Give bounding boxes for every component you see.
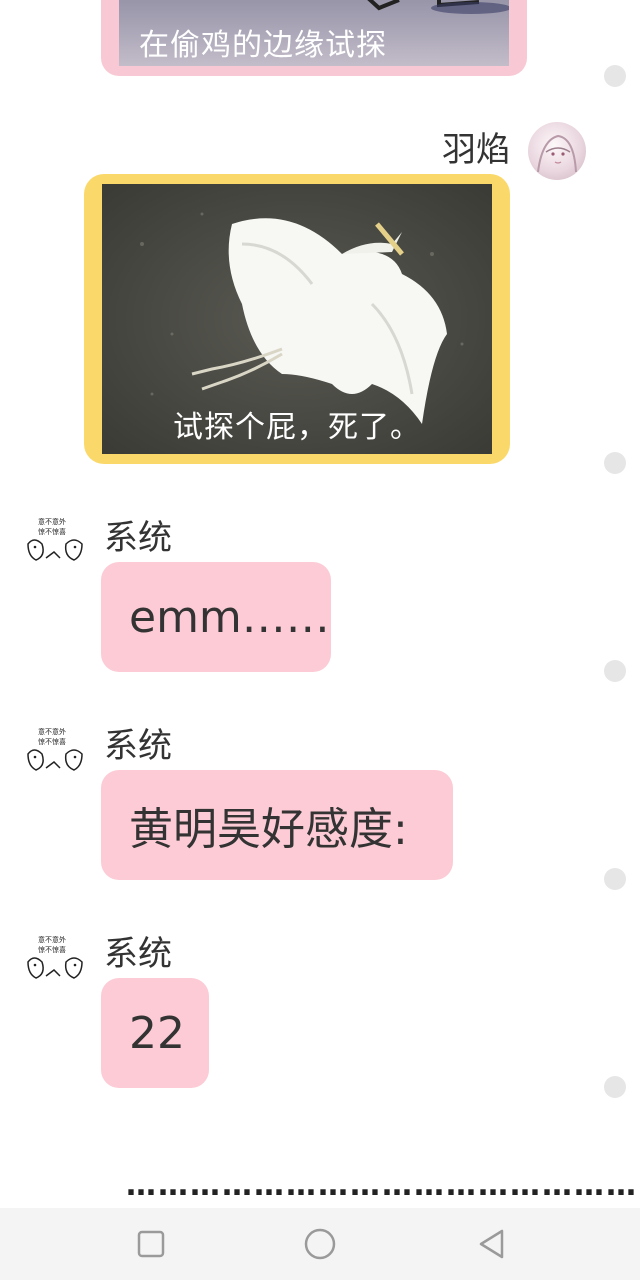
avatar[interactable]: 意不意外 惊不惊喜: [24, 932, 86, 984]
svg-text:惊不惊喜: 惊不惊喜: [38, 737, 66, 746]
sender-name: 羽焰: [442, 130, 510, 170]
avatar[interactable]: 意不意外 惊不惊喜: [24, 514, 86, 566]
bird-legs-graphic: [367, 0, 509, 14]
sender-name: 系统: [104, 518, 172, 558]
message-bubble[interactable]: emm……: [101, 562, 331, 672]
ellipsis-divider: …………………………………………: [126, 1168, 638, 1203]
circle-icon[interactable]: [302, 1226, 338, 1262]
select-dot[interactable]: [604, 1076, 626, 1098]
image-message-bubble[interactable]: 在偷鸡的边缘试探: [101, 0, 527, 76]
chat-area[interactable]: 在偷鸡的边缘试探 羽焰 试探个屁，死了。 意不意外 惊不惊喜 系统 emm…… …: [0, 0, 640, 1208]
select-dot[interactable]: [604, 868, 626, 890]
svg-text:意不意外: 意不意外: [38, 517, 66, 526]
select-dot[interactable]: [604, 660, 626, 682]
select-dot[interactable]: [604, 65, 626, 87]
image-caption: 试探个屁，死了。: [173, 410, 421, 445]
select-dot[interactable]: [604, 452, 626, 474]
sender-name: 系统: [104, 726, 172, 766]
avatar-illustration: [537, 134, 577, 173]
message-bubble[interactable]: 22: [101, 978, 209, 1088]
system-avatar-icon: 意不意外 惊不惊喜: [27, 935, 83, 979]
svg-text:惊不惊喜: 惊不惊喜: [38, 527, 66, 536]
avatar[interactable]: 意不意外 惊不惊喜: [24, 724, 86, 776]
image-message-bubble[interactable]: 试探个屁，死了。: [84, 174, 510, 464]
meme-image[interactable]: 在偷鸡的边缘试探: [119, 0, 509, 66]
svg-text:意不意外: 意不意外: [38, 727, 66, 736]
navigation-bar: [0, 1208, 640, 1280]
square-icon[interactable]: [133, 1226, 169, 1262]
sender-name: 系统: [104, 934, 172, 974]
system-avatar-icon: 意不意外 惊不惊喜: [27, 517, 83, 561]
image-caption: 在偷鸡的边缘试探: [139, 28, 387, 63]
system-avatar-icon: 意不意外 惊不惊喜: [27, 727, 83, 771]
back-triangle-icon[interactable]: [474, 1226, 510, 1262]
message-bubble[interactable]: 黄明昊好感度:: [101, 770, 453, 880]
svg-text:意不意外: 意不意外: [38, 935, 66, 944]
meme-image[interactable]: 试探个屁，死了。: [102, 184, 492, 454]
avatar[interactable]: [528, 122, 586, 180]
svg-text:惊不惊喜: 惊不惊喜: [38, 945, 66, 954]
